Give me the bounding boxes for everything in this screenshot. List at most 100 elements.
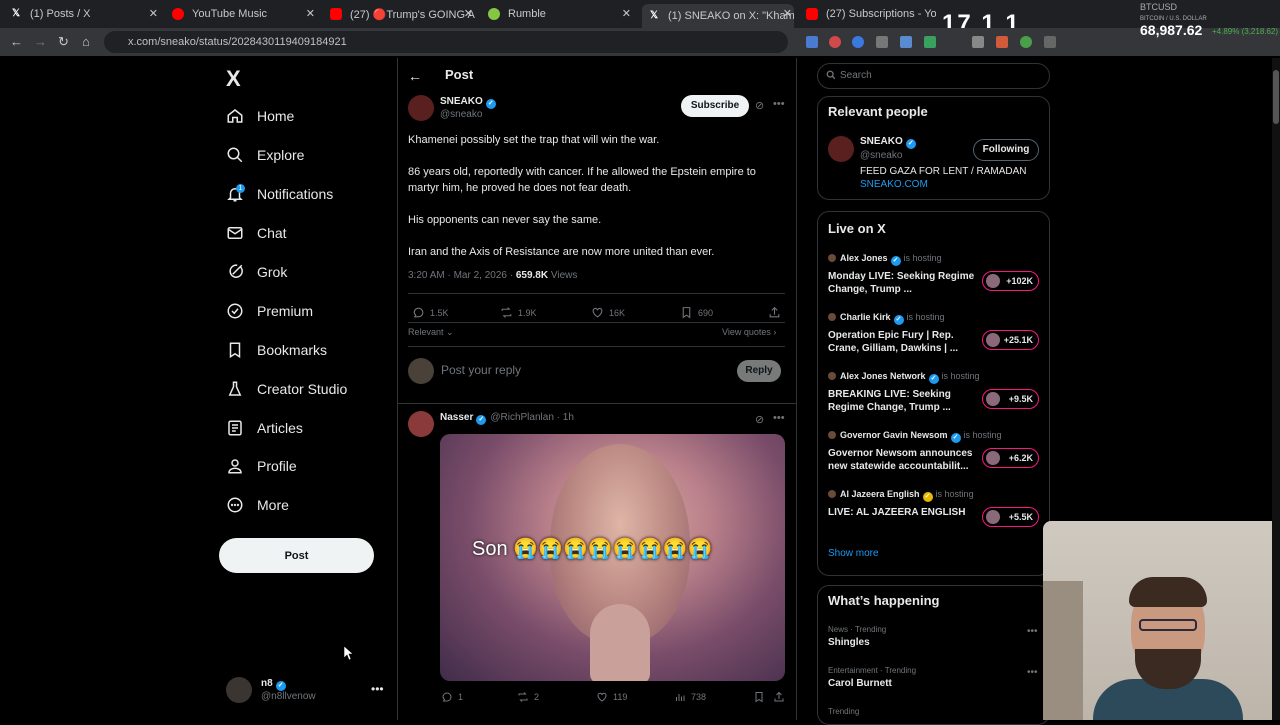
share-button[interactable]: [768, 306, 786, 319]
browser-tab[interactable]: YouTube Music ✕: [172, 4, 317, 24]
reply-media-image[interactable]: Son 😭😭😭😭😭😭😭😭: [440, 434, 785, 681]
view-quotes-text: View quotes: [722, 327, 771, 337]
nav-articles[interactable]: Articles: [226, 414, 303, 442]
live-title[interactable]: LIVE: AL JAZEERA ENGLISH: [828, 506, 980, 519]
person-handle: @sneako: [860, 150, 903, 161]
reply-count: 1.5K: [430, 307, 449, 318]
following-button[interactable]: Following: [973, 139, 1039, 161]
live-listeners-pill[interactable]: +6.2K: [982, 448, 1039, 468]
extension-icon[interactable]: [829, 36, 841, 48]
browser-tab[interactable]: (27) Subscriptions - YouTube: [806, 4, 936, 24]
trend-name[interactable]: Carol Burnett: [828, 678, 892, 689]
reload-icon[interactable]: ↻: [58, 34, 69, 50]
puzzle-icon[interactable]: [1044, 36, 1056, 48]
live-listeners-pill[interactable]: +25.1K: [982, 330, 1039, 350]
home-browser-icon[interactable]: ⌂: [82, 34, 90, 49]
scrollbar-thumb[interactable]: [1273, 70, 1279, 124]
trend-name[interactable]: Shingles: [828, 637, 870, 648]
close-icon[interactable]: ✕: [783, 7, 792, 20]
close-icon[interactable]: ✕: [464, 7, 473, 20]
live-listeners-pill[interactable]: +9.5K: [982, 389, 1039, 409]
live-listeners-pill[interactable]: +5.5K: [982, 507, 1039, 527]
nav-more[interactable]: More: [226, 491, 289, 519]
x-logo[interactable]: X: [226, 66, 241, 92]
more-dots-icon[interactable]: •••: [1027, 667, 1038, 678]
close-icon[interactable]: ✕: [149, 7, 158, 20]
bookmark-button[interactable]: [753, 691, 770, 703]
more-dots-icon[interactable]: •••: [1027, 626, 1038, 637]
avatar[interactable]: [828, 136, 854, 162]
search-input[interactable]: Search: [817, 63, 1050, 89]
live-title[interactable]: Monday LIVE: Seeking Regime Change, Trum…: [828, 270, 980, 296]
live-title[interactable]: Governor Newsom announces new statewide …: [828, 447, 980, 473]
extension-icon[interactable]: [924, 36, 936, 48]
browser-tab[interactable]: Rumble ✕: [488, 4, 633, 24]
subscribe-button[interactable]: Subscribe: [681, 95, 749, 117]
live-listeners-pill[interactable]: +102K: [982, 271, 1039, 291]
person-name[interactable]: SNEAKO ✓: [860, 136, 916, 149]
live-title[interactable]: Operation Epic Fury | Rep. Crane, Gillia…: [828, 329, 980, 355]
reply-like-count[interactable]: 119: [596, 691, 627, 703]
live-host[interactable]: Charlie Kirk ✓ is hosting: [828, 312, 945, 325]
reply-view-count[interactable]: 738: [674, 691, 706, 703]
show-more-link[interactable]: Show more: [828, 548, 879, 559]
nav-profile[interactable]: Profile: [226, 452, 297, 480]
nav-bookmarks[interactable]: Bookmarks: [226, 336, 327, 364]
author-handle[interactable]: @sneako: [440, 109, 482, 120]
extension-icon[interactable]: [852, 36, 864, 48]
nav-creator-studio[interactable]: Creator Studio: [226, 375, 347, 403]
more-dots-icon[interactable]: •••: [371, 682, 384, 696]
extension-icon[interactable]: [1020, 36, 1032, 48]
reply-reply-count[interactable]: 1: [441, 691, 463, 703]
close-icon[interactable]: ✕: [306, 7, 315, 20]
live-host[interactable]: Alex Jones ✓ is hosting: [828, 253, 942, 266]
bookmark-count-button[interactable]: 690: [680, 306, 713, 319]
listener-count: +5.5K: [1008, 512, 1033, 522]
post-button[interactable]: Post: [219, 538, 374, 573]
nav-home[interactable]: Home: [226, 102, 294, 130]
share-button[interactable]: [773, 691, 790, 703]
search-icon: [826, 70, 836, 80]
more-dots-icon[interactable]: •••: [773, 98, 785, 110]
nav-chat[interactable]: Chat: [226, 219, 287, 247]
reply-input[interactable]: Post your reply: [441, 363, 521, 377]
reply-author[interactable]: Nasser ✓ @RichPlanlan · 1h: [440, 412, 574, 425]
avatar[interactable]: [226, 677, 252, 703]
grok-icon[interactable]: ⊘: [755, 99, 764, 112]
more-dots-icon[interactable]: •••: [773, 412, 785, 424]
avatar[interactable]: [408, 95, 434, 121]
browser-tab[interactable]: 𝕏 (1) Posts / X ✕: [10, 4, 160, 24]
back-arrow-icon[interactable]: ←: [10, 34, 23, 49]
sort-dropdown[interactable]: Relevant ⌄: [408, 327, 454, 338]
view-quotes-link[interactable]: View quotes ›: [722, 327, 776, 337]
close-icon[interactable]: ✕: [622, 7, 631, 20]
nav-premium[interactable]: Premium: [226, 297, 313, 325]
reply-button[interactable]: Reply: [737, 360, 781, 382]
extension-icon[interactable]: [900, 36, 912, 48]
extension-icon[interactable]: [996, 36, 1008, 48]
scrollbar[interactable]: [1272, 58, 1280, 720]
extension-icon[interactable]: [972, 36, 984, 48]
reply-repost-count[interactable]: 2: [517, 691, 539, 703]
extension-icon[interactable]: [806, 36, 818, 48]
grok-icon[interactable]: ⊘: [755, 413, 764, 426]
nav-explore[interactable]: Explore: [226, 141, 304, 169]
url-field[interactable]: x.com/sneako/status/2028430119409184921: [104, 31, 788, 53]
live-title[interactable]: BREAKING LIVE: Seeking Regime Change, Tr…: [828, 388, 980, 414]
browser-tab[interactable]: (27) 🔴Trump's GOING ALL-IN... ✕: [330, 4, 475, 24]
person-link[interactable]: SNEAKO.COM: [860, 179, 928, 190]
browser-tab-active[interactable]: 𝕏 (1) SNEAKO on X: "Khamenei p ✕: [642, 4, 794, 28]
nav-grok[interactable]: Grok: [226, 258, 287, 286]
live-host[interactable]: Governor Gavin Newsom ✓ is hosting: [828, 430, 1002, 443]
like-count-button[interactable]: 16K: [591, 306, 625, 319]
back-arrow-icon[interactable]: ←: [408, 68, 422, 84]
reply-count-button[interactable]: 1.5K: [412, 306, 449, 319]
repost-count-button[interactable]: 1.9K: [500, 306, 537, 319]
extension-icon[interactable]: [876, 36, 888, 48]
forward-arrow-icon[interactable]: →: [34, 34, 47, 49]
avatar[interactable]: [408, 411, 434, 437]
live-host[interactable]: Al Jazeera English ✓ is hosting: [828, 489, 974, 502]
account-handle: @n8llvenow: [261, 691, 316, 702]
live-host[interactable]: Alex Jones Network ✓ is hosting: [828, 371, 980, 384]
author-name[interactable]: SNEAKO ✓: [440, 96, 496, 109]
